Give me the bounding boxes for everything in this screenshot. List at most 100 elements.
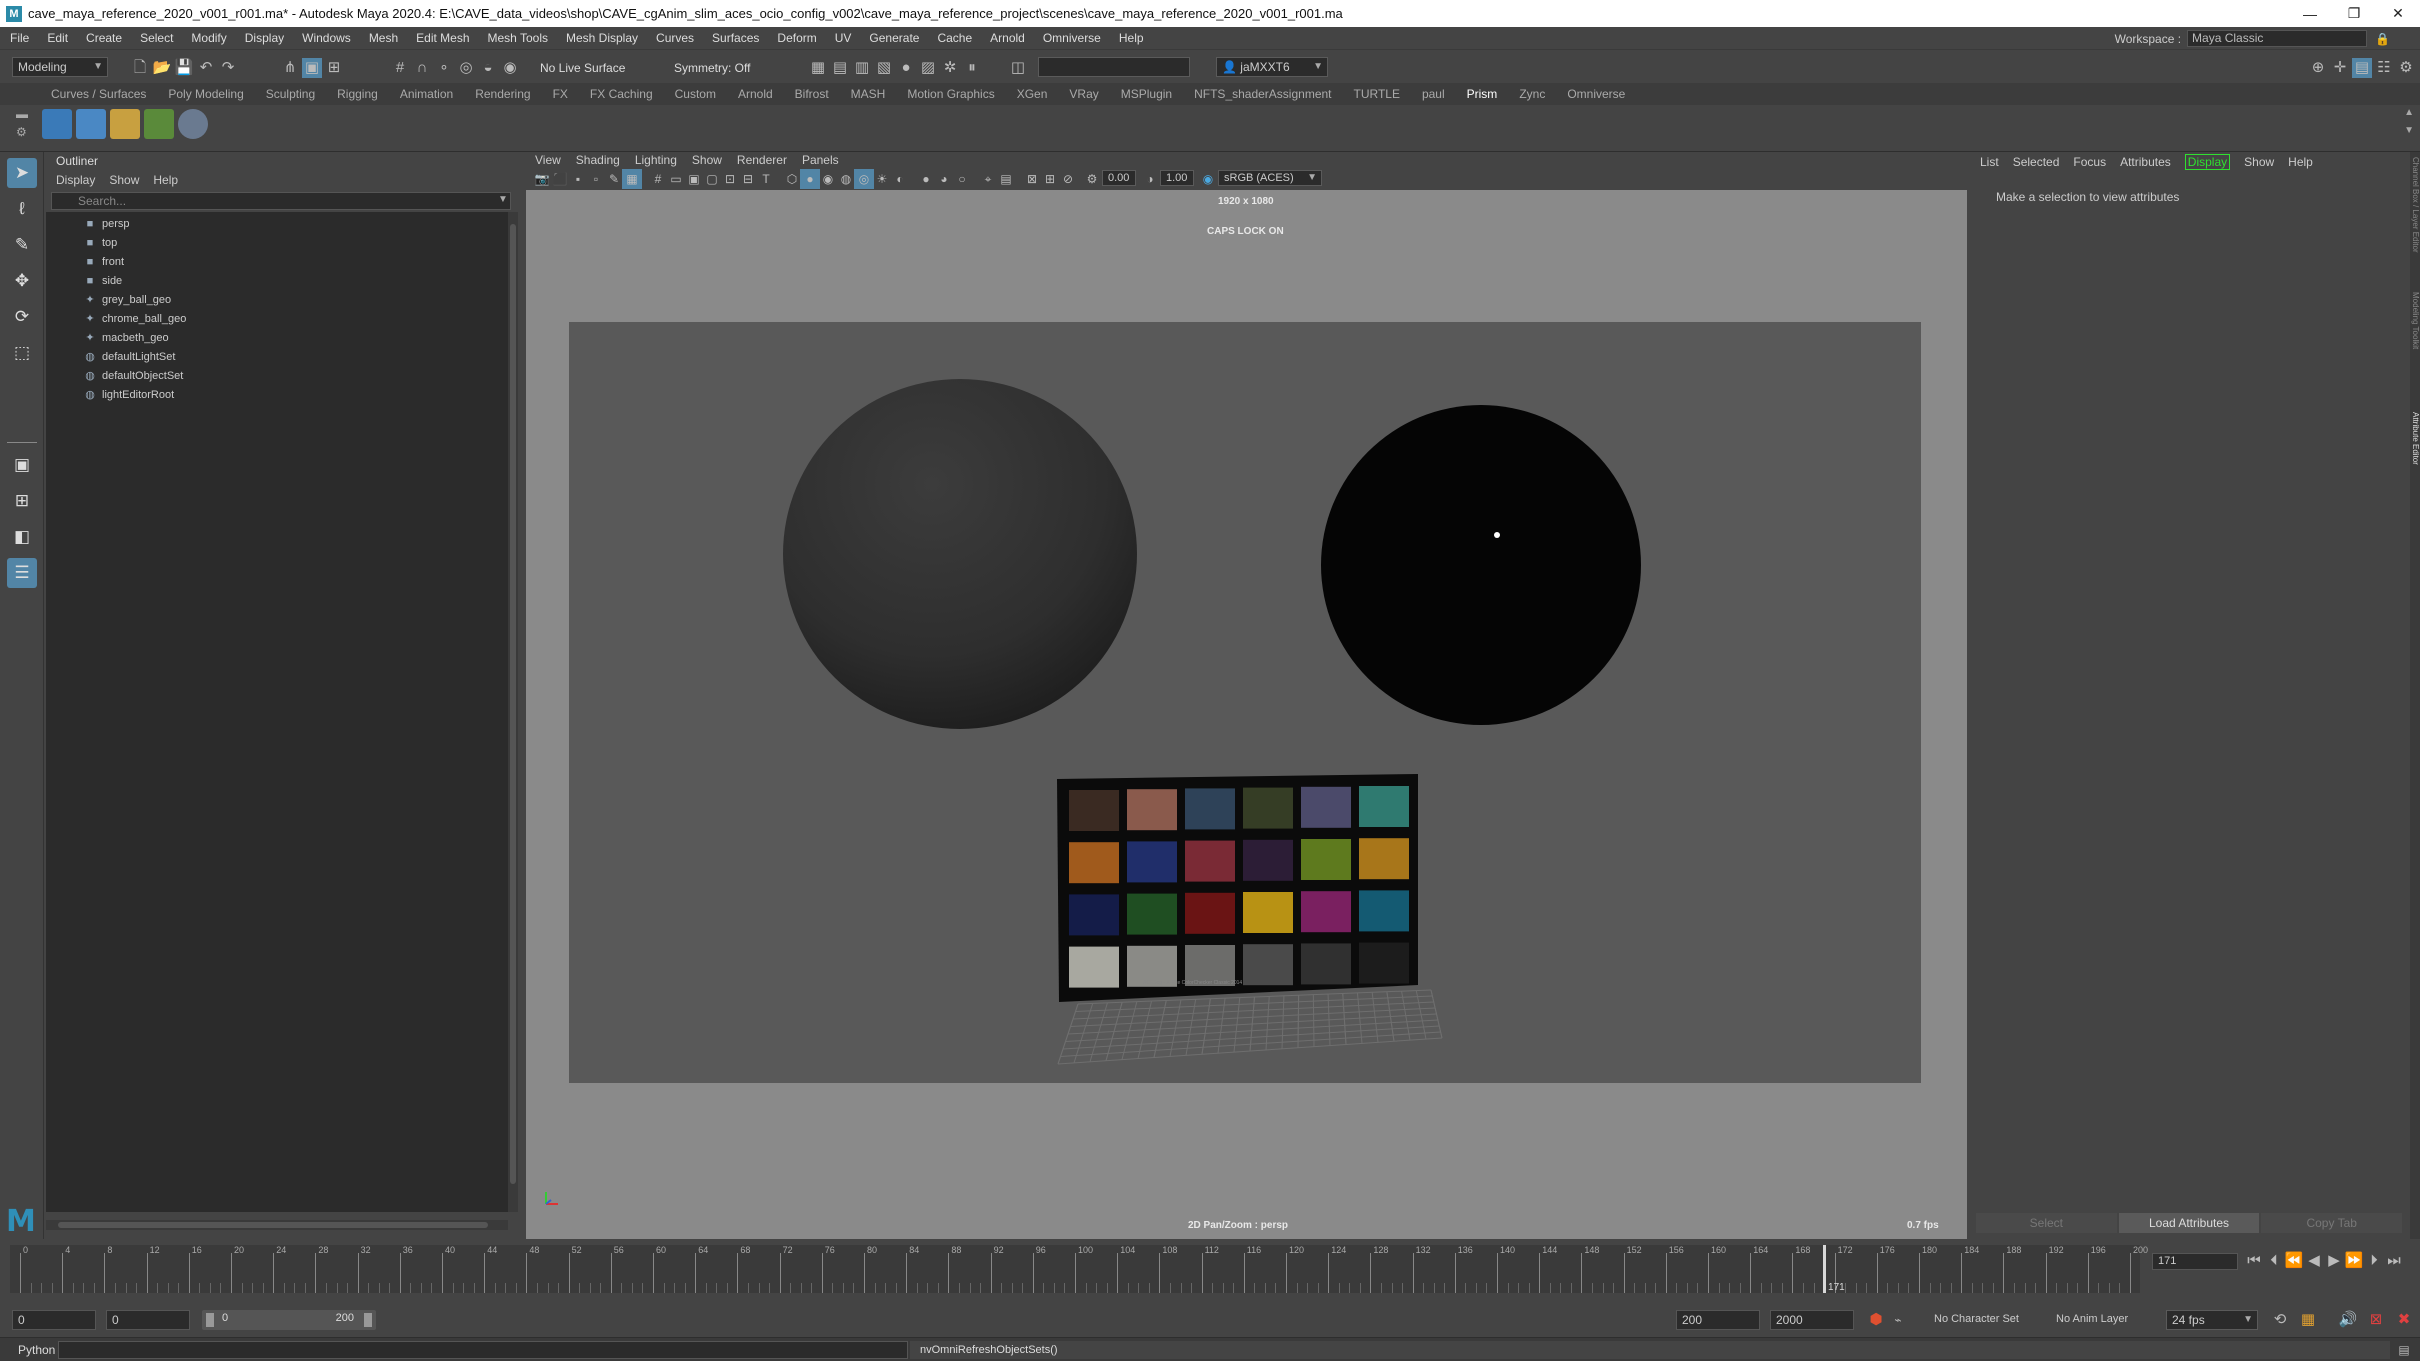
lasso-tool-icon[interactable]: ℓ [7,194,37,224]
xray-joints-icon[interactable]: ⊠ [1022,169,1042,189]
shelf-scroll-down-icon[interactable]: ▼ [2404,125,2414,136]
menu-modify[interactable]: Modify [181,31,234,45]
shelf-tab-custom[interactable]: Custom [664,87,727,101]
loop-icon[interactable]: ⟲ [2270,1310,2290,1330]
backface-culling-icon[interactable]: ⊘ [1058,169,1078,189]
smooth-shade-icon[interactable]: ● [800,169,820,189]
move-tool-icon[interactable]: ✥ [7,266,37,296]
shelf-tab-nfts-shaderassignment[interactable]: NFTS_shaderAssignment [1183,87,1342,101]
viewport-menu-shading[interactable]: Shading [576,153,620,167]
shelf-tab-prism[interactable]: Prism [1456,87,1509,101]
select-hierarchy-icon[interactable]: ⋔ [280,58,300,78]
attr-menu-help[interactable]: Help [2288,155,2313,169]
menu-generate[interactable]: Generate [859,31,927,45]
anti-aliasing-icon[interactable]: ◕ [934,169,954,189]
command-input[interactable] [1038,57,1190,77]
render-setup-icon[interactable]: ▨ [918,58,938,78]
shelf-tab-xgen[interactable]: XGen [1006,87,1059,101]
menu-mesh-tools[interactable]: Mesh Tools [478,31,556,45]
light-editor-icon[interactable]: ✲ [940,58,960,78]
prism-save-version-icon[interactable] [42,109,72,139]
shelf-tab-rigging[interactable]: Rigging [326,87,389,101]
viewport-menu-panels[interactable]: Panels [802,153,839,167]
snap-grid-icon[interactable]: # [390,58,410,78]
script-language-label[interactable]: Python [18,1343,55,1357]
outliner-item-grey-ball-geo[interactable]: ✦ grey_ball_geo [46,290,171,309]
isolate-select-icon[interactable]: ⌖ [978,169,998,189]
safe-title-icon[interactable]: T [756,169,776,189]
outliner-menu-display[interactable]: Display [56,173,95,187]
undo-icon[interactable]: ↶ [196,58,216,78]
film-gate-icon[interactable]: ▭ [666,169,686,189]
playback-start-field[interactable]: 0 [106,1310,190,1330]
copy-tab-button[interactable]: Copy Tab [2261,1213,2403,1233]
select-tool-icon[interactable]: ➤ [7,158,37,188]
menu-mesh[interactable]: Mesh [359,31,406,45]
menu-display[interactable]: Display [235,31,292,45]
ipr-render-icon[interactable]: ▥ [852,58,872,78]
attr-menu-show[interactable]: Show [2244,155,2274,169]
shelf-tab-bifrost[interactable]: Bifrost [784,87,840,101]
color-management-icon[interactable]: ◉ [1198,169,1218,189]
channel-box-tab[interactable]: Channel Box / Layer Editor [2410,157,2420,282]
shelf-tab-poly-modeling[interactable]: Poly Modeling [157,87,254,101]
camera-select-icon[interactable]: 📷 [532,169,552,189]
shelf-tab-fx[interactable]: FX [542,87,579,101]
shelf-tab-curves-surfaces[interactable]: Curves / Surfaces [40,87,157,101]
step-back-key-icon[interactable]: ⏪ [2284,1251,2304,1271]
outliner-item-defaultlightset[interactable]: ◍ defaultLightSet [46,347,175,366]
current-time-indicator[interactable] [1823,1245,1827,1293]
modeling-toolkit-icon[interactable]: ⊕ [2308,58,2328,78]
shelf-tab-paul[interactable]: paul [1411,87,1456,101]
grid-icon[interactable]: # [648,169,668,189]
exposure-icon[interactable]: ⚙ [1082,169,1102,189]
snap-curve-icon[interactable]: ∩ [412,58,432,78]
menu-curves[interactable]: Curves [646,31,702,45]
shelf-tab-arnold[interactable]: Arnold [727,87,784,101]
outliner-item-chrome-ball-geo[interactable]: ✦ chrome_ball_geo [46,309,186,328]
outliner-vertical-scrollbar[interactable] [508,212,518,1212]
safe-action-icon[interactable]: ⊟ [738,169,758,189]
range-slider-bar[interactable]: 0 200 [202,1310,376,1330]
outliner-layout-icon[interactable]: ☰ [7,558,37,588]
play-backwards-icon[interactable]: ◀ [2304,1251,2324,1271]
select-component-icon[interactable]: ⊞ [324,58,344,78]
menu-mesh-display[interactable]: Mesh Display [556,31,646,45]
xray-icon[interactable]: ▤ [996,169,1016,189]
menu-select[interactable]: Select [130,31,181,45]
xray-components-icon[interactable]: ⊞ [1040,169,1060,189]
menu-create[interactable]: Create [76,31,130,45]
outliner-item-defaultobjectset[interactable]: ◍ defaultObjectSet [46,366,183,385]
step-forward-key-icon[interactable]: ⏩ [2344,1251,2364,1271]
shelf-tab-mash[interactable]: MASH [840,87,897,101]
prism-save-comment-icon[interactable] [76,109,106,139]
screen-space-ao-icon[interactable]: ◐ [890,169,910,189]
auto-key-icon[interactable]: ⬢ [1866,1310,1886,1330]
menu-set-dropdown[interactable]: Modeling ▼ [12,57,108,77]
shelf-tab-zync[interactable]: Zync [1508,87,1556,101]
resolution-gate-icon[interactable]: ▣ [684,169,704,189]
close-button[interactable]: ✕ [2376,0,2420,27]
outliner-horizontal-scrollbar[interactable] [46,1220,508,1230]
menu-omniverse[interactable]: Omniverse [1033,31,1109,45]
gate-mask-icon[interactable]: ▢ [702,169,722,189]
outliner-item-front[interactable]: ■ front [46,252,124,271]
scrollbar-thumb[interactable] [58,1222,488,1228]
outliner-item-top[interactable]: ■ top [46,233,118,252]
character-set-dropdown[interactable]: No Character Set [1934,1313,2019,1325]
shelf-tab-omniverse[interactable]: Omniverse [1556,87,1636,101]
menu-windows[interactable]: Windows [292,31,359,45]
menu-cache[interactable]: Cache [927,31,980,45]
outliner-item-persp[interactable]: ■ persp [46,214,130,233]
shelf-tab-sculpting[interactable]: Sculpting [255,87,326,101]
view-transform-dropdown[interactable]: sRGB (ACES) ▼ [1218,170,1322,186]
snap-surface-icon[interactable]: ◒ [478,58,498,78]
wireframe-on-shaded-icon[interactable]: ◉ [818,169,838,189]
animation-start-field[interactable]: 0 [12,1310,96,1330]
shelf-tab-msplugin[interactable]: MSPlugin [1110,87,1183,101]
snap-pivot-icon[interactable]: ◉ [500,58,520,78]
single-perspective-view-icon[interactable]: ▣ [7,450,37,480]
render-sequence-icon[interactable]: ▤ [830,58,850,78]
play-forwards-icon[interactable]: ▶ [2324,1251,2344,1271]
range-end-handle[interactable] [364,1313,372,1327]
